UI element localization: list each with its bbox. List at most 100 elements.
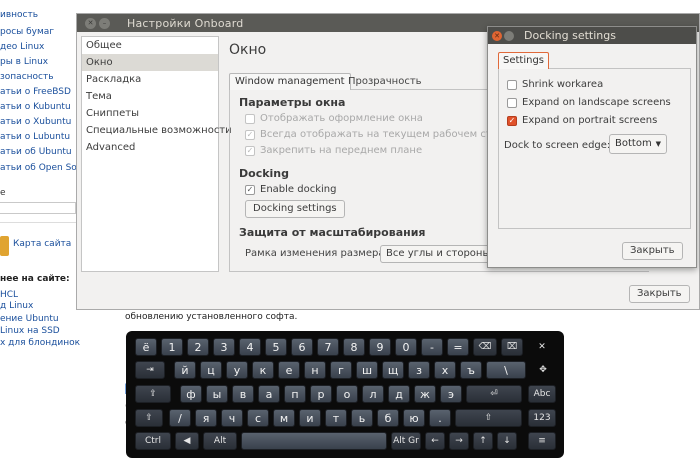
option-shrink-workarea[interactable]: Shrink workarea [507,79,603,90]
checkbox[interactable]: ✓ [245,184,255,195]
tab-window-management[interactable]: Window management [229,73,351,90]
key-л[interactable]: л [362,385,384,403]
bg-link[interactable]: атьи о FreeBSD [0,87,71,97]
category-layout[interactable]: Раскладка [82,71,218,88]
numbers-key[interactable]: 123 [528,409,556,427]
bg-link[interactable]: ивность [0,10,38,20]
key-щ[interactable]: щ [382,361,404,379]
bg-link[interactable]: атьи о Lubuntu [0,132,70,142]
dialog-close-button[interactable]: Закрыть [622,242,683,260]
key-г[interactable]: г [330,361,352,379]
key-и[interactable]: и [299,409,321,427]
bg-sitemap-link[interactable]: Карта сайта [13,239,71,249]
bg-recent-link[interactable]: х для блондинок [0,338,80,348]
option-keep-on-top[interactable]: ✓ Закрепить на переднем плане [245,145,422,156]
minimize-icon[interactable]: – [99,17,110,29]
key-2[interactable]: 2 [187,338,209,356]
arrow-down-key[interactable]: ↓ [497,432,517,450]
frame-select[interactable]: Все углы и стороны [380,245,492,263]
key-д[interactable]: д [388,385,410,403]
key-н[interactable]: н [304,361,326,379]
key-й[interactable]: й [174,361,196,379]
key-п[interactable]: п [284,385,306,403]
close-icon[interactable]: ✕ [492,30,502,41]
category-accessibility[interactable]: Специальные возможности [82,122,232,139]
bg-link[interactable]: зопасность [0,72,54,82]
edge-select[interactable]: Bottom ▼ [609,134,667,154]
dialog-titlebar[interactable]: ✕ Docking settings [488,27,696,44]
abc-key[interactable]: Abc [528,385,556,403]
key-0[interactable]: 0 [395,338,417,356]
bg-search-input[interactable] [0,202,76,214]
key-7[interactable]: 7 [317,338,339,356]
key-з[interactable]: з [408,361,430,379]
key-ь[interactable]: ь [351,409,373,427]
key-ю[interactable]: ю [403,409,425,427]
key-р[interactable]: р [310,385,332,403]
key-ъ[interactable]: ъ [460,361,482,379]
shift-right-key[interactable]: ⇧ [455,409,522,427]
docking-settings-button[interactable]: Docking settings [245,200,345,218]
option-expand-portrait[interactable]: ✓ Expand on portrait screens [507,115,657,126]
key-slash[interactable]: / [169,409,191,427]
checkbox[interactable] [507,79,517,90]
checkbox[interactable]: ✓ [507,115,517,126]
key-у[interactable]: у [226,361,248,379]
tab-transparency[interactable]: Прозрачность [344,74,426,90]
bg-link[interactable]: росы бумаг [0,27,54,37]
category-window[interactable]: Окно [82,54,218,71]
minimize-icon[interactable] [504,30,514,41]
key-ш[interactable]: ш [356,361,378,379]
arrow-left-key[interactable]: ← [425,432,445,450]
option-expand-landscape[interactable]: Expand on landscape screens [507,97,671,108]
checkbox[interactable]: ✓ [245,129,255,140]
key-б[interactable]: б [377,409,399,427]
caps-lock-key[interactable]: ⇪ [135,385,171,403]
keyboard-close-key[interactable]: ✕ [528,338,556,356]
super-key[interactable]: ◀ [175,432,199,450]
key-к[interactable]: к [252,361,274,379]
bg-link[interactable]: атьи об Ubuntu [0,147,72,157]
key-1[interactable]: 1 [161,338,183,356]
checkbox[interactable]: ✓ [245,145,255,156]
close-icon[interactable]: ✕ [85,17,96,29]
key-е[interactable]: е [278,361,300,379]
bg-link[interactable]: атьи о Xubuntu [0,117,71,127]
key-9[interactable]: 9 [369,338,391,356]
bg-link[interactable]: ры в Linux [0,57,48,67]
shift-left-key[interactable]: ⇧ [135,409,163,427]
bg-link[interactable]: део Linux [0,42,44,52]
bg-link[interactable]: атьи о Kubuntu [0,102,71,112]
tab-key[interactable]: ⇥ [135,361,165,379]
alt-gr-key[interactable]: Alt Gr [391,432,421,450]
category-advanced[interactable]: Advanced [82,139,218,156]
key-backslash[interactable]: \ [486,361,526,379]
enter-key[interactable]: ⏎ [466,385,522,403]
key-period[interactable]: . [429,409,451,427]
space-key[interactable] [241,432,387,450]
key-3[interactable]: 3 [213,338,235,356]
option-enable-docking[interactable]: ✓ Enable docking [245,184,336,195]
arrow-up-key[interactable]: ↑ [473,432,493,450]
key-6[interactable]: 6 [291,338,313,356]
arrow-right-key[interactable]: → [449,432,469,450]
key-ц[interactable]: ц [200,361,222,379]
category-snippets[interactable]: Сниппеты [82,105,218,122]
bg-recent-link[interactable]: д Linux [0,301,33,311]
bg-recent-link[interactable]: Linux на SSD [0,326,60,336]
checkbox[interactable] [507,97,517,108]
key-х[interactable]: х [434,361,456,379]
checkbox[interactable] [245,113,255,124]
delete-key[interactable]: ⌧ [501,338,523,356]
alt-key[interactable]: Alt [203,432,237,450]
key-м[interactable]: м [273,409,295,427]
bg-recent-link[interactable]: HCL [0,290,18,300]
move-handle-icon[interactable]: ✥ [530,361,556,379]
menu-key[interactable]: ≡ [528,432,556,450]
category-theme[interactable]: Тема [82,88,218,105]
key-yo[interactable]: ё [135,338,157,356]
key-т[interactable]: т [325,409,347,427]
key-а[interactable]: а [258,385,280,403]
option-window-decoration[interactable]: Отображать оформление окна [245,113,423,124]
option-all-workspaces[interactable]: ✓ Всегда отображать на текущем рабочем с… [245,129,510,140]
